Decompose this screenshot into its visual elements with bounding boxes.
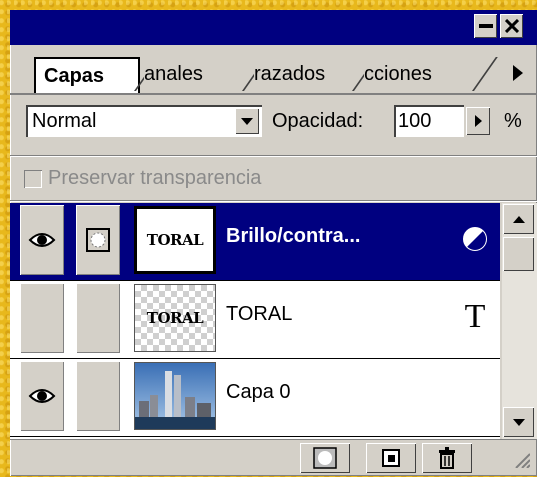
layer-mask-icon: [86, 228, 110, 252]
opacity-slider-arrow-icon[interactable]: [466, 107, 490, 135]
scroll-down-icon[interactable]: [503, 407, 534, 437]
scroll-up-icon[interactable]: [503, 204, 534, 234]
new-layer-button[interactable]: [366, 443, 416, 473]
blend-mode-select[interactable]: Normal: [26, 105, 262, 137]
layer-mask-link-toggle[interactable]: [76, 205, 120, 275]
layer-mask-link-toggle[interactable]: [76, 361, 120, 431]
thumbnail-text: TORAL: [146, 309, 204, 327]
add-mask-button[interactable]: [300, 443, 350, 473]
close-icon[interactable]: [500, 14, 523, 38]
adjustment-layer-icon: [458, 219, 492, 259]
delete-layer-button[interactable]: [422, 443, 472, 473]
layer-visibility-toggle[interactable]: [20, 205, 64, 275]
eye-icon: [28, 233, 56, 247]
tab-capas[interactable]: Capas: [34, 57, 140, 93]
scrollbar-thumb[interactable]: [503, 237, 534, 271]
opacity-value: 100: [398, 110, 432, 132]
layer-visibility-toggle[interactable]: [20, 283, 64, 353]
image-thumbnail: [134, 362, 216, 430]
layer-thumbnail: TORAL: [134, 206, 216, 274]
text-layer-icon: T: [464, 298, 486, 335]
layer-row-capa-0[interactable]: Capa 0: [10, 359, 500, 437]
tab-trazados[interactable]: razados: [254, 57, 346, 93]
blend-mode-value: Normal: [32, 110, 97, 132]
palette-tabs: Capas anales razados cciones: [10, 45, 537, 95]
layers-list: TORAL Brillo/contra... TORAL TORAL T Cap…: [10, 203, 500, 439]
eye-icon: [28, 389, 56, 403]
layer-options-toolbar: Normal Opacidad: 100 %: [10, 105, 537, 145]
opacity-label: Opacidad:: [272, 110, 364, 132]
divider: [10, 200, 537, 202]
layer-mask-link-toggle[interactable]: [76, 283, 120, 353]
palette-bottom-bar: [10, 439, 537, 477]
minimize-icon[interactable]: [474, 14, 497, 38]
tab-scroll-right-icon[interactable]: [505, 56, 531, 90]
thumbnail-text: TORAL: [146, 231, 204, 249]
tab-divider: [472, 57, 498, 91]
layers-palette: Capas anales razados cciones Normal Opac…: [10, 10, 537, 476]
layer-thumbnail: TORAL: [134, 284, 216, 352]
opacity-input[interactable]: 100: [394, 105, 464, 137]
resize-grip-icon[interactable]: [510, 448, 531, 473]
preserve-transparency-option[interactable]: Preservar transparencia: [24, 167, 261, 190]
layers-scrollbar[interactable]: [502, 203, 537, 439]
layer-name: Brillo/contra...: [226, 225, 361, 247]
layer-visibility-toggle[interactable]: [20, 361, 64, 431]
divider: [10, 155, 537, 157]
palette-title-bar[interactable]: [10, 10, 537, 45]
preserve-transparency-checkbox[interactable]: [24, 169, 42, 188]
opacity-unit: %: [504, 110, 522, 132]
layer-name: Capa 0: [226, 381, 291, 403]
tab-canales[interactable]: anales: [144, 57, 236, 93]
trash-icon: [439, 447, 455, 469]
chevron-down-icon[interactable]: [235, 108, 259, 134]
new-layer-icon: [382, 449, 400, 467]
layer-row-toral[interactable]: TORAL TORAL T: [10, 281, 500, 359]
preserve-transparency-label: Preservar transparencia: [48, 167, 262, 189]
layer-name: TORAL: [226, 303, 293, 325]
mask-icon: [313, 447, 337, 469]
layer-row-brillo-contraste[interactable]: TORAL Brillo/contra...: [10, 203, 500, 281]
tab-acciones[interactable]: cciones: [364, 57, 456, 93]
